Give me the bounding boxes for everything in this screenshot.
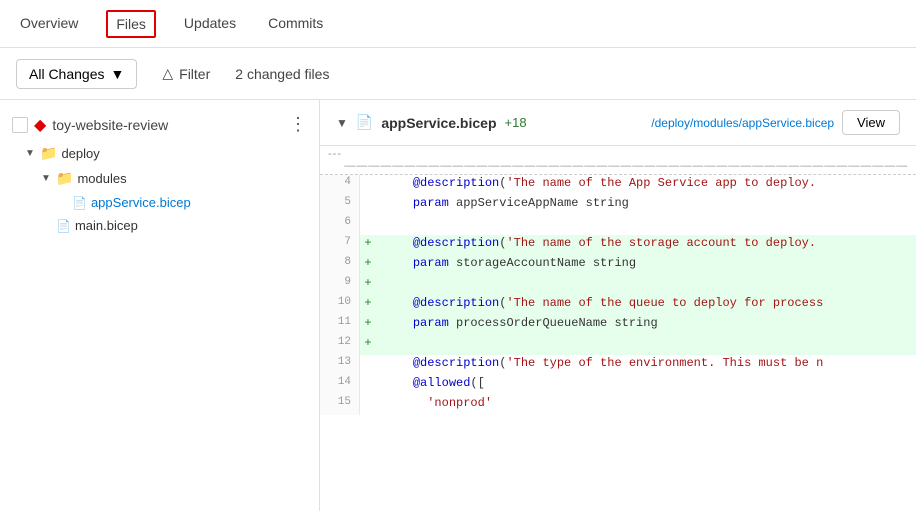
filter-icon: △ — [162, 65, 173, 82]
all-changes-dropdown[interactable]: All Changes ▼ — [16, 59, 137, 89]
separator-dots: --- — [328, 148, 342, 160]
file-header: ▼ 📄 appService.bicep +18 /deploy/modules… — [320, 100, 916, 146]
diff-line-added: 10 + @description('The name of the queue… — [320, 295, 916, 315]
file-path: /deploy/modules/appService.bicep — [651, 116, 834, 130]
code-diff-area: 4 @description('The name of the App Serv… — [320, 175, 916, 415]
all-changes-label: All Changes — [29, 66, 105, 82]
chevron-down-icon: ▼ — [111, 66, 125, 82]
file-icon: 📄 — [56, 219, 71, 233]
filter-label: Filter — [179, 66, 210, 82]
file-header-left: ▼ 📄 appService.bicep +18 — [336, 114, 643, 131]
top-nav: Overview Files Updates Commits — [0, 0, 916, 48]
toolbar: All Changes ▼ △ Filter 2 changed files — [0, 48, 916, 100]
folder-modules-label: modules — [77, 171, 126, 186]
tab-commits[interactable]: Commits — [264, 3, 327, 45]
main-layout: ◆ toy-website-review ⋮ ▼ 📁 deploy ▼ 📁 mo… — [0, 100, 916, 511]
view-button[interactable]: View — [842, 110, 900, 135]
diff-line: 6 — [320, 215, 916, 235]
diff-line: 5 param appServiceAppName string — [320, 195, 916, 215]
diff-line-added: 9 + — [320, 275, 916, 295]
tree-root[interactable]: ◆ toy-website-review ⋮ — [0, 108, 319, 141]
tree-folder-modules[interactable]: ▼ 📁 modules — [0, 166, 319, 191]
diff-line-added: 7 + @description('The name of the storag… — [320, 235, 916, 255]
diff-line: 4 @description('The name of the App Serv… — [320, 175, 916, 195]
collapse-icon[interactable]: ▼ — [336, 116, 348, 130]
filter-button[interactable]: △ Filter — [149, 58, 223, 89]
diff-line: 14 @allowed([ — [320, 375, 916, 395]
diff-line-added: 12 + — [320, 335, 916, 355]
diff-line-added: 8 + param storageAccountName string — [320, 255, 916, 275]
file-doc-icon: 📄 — [356, 114, 373, 131]
file-tree: ◆ toy-website-review ⋮ ▼ 📁 deploy ▼ 📁 mo… — [0, 100, 320, 511]
tree-folder-deploy[interactable]: ▼ 📁 deploy — [0, 141, 319, 166]
diff-line: 15 'nonprod' — [320, 395, 916, 415]
root-checkbox[interactable] — [12, 117, 28, 133]
file-appservice-label: appService.bicep — [91, 195, 191, 210]
diff-line: 13 @description('The type of the environ… — [320, 355, 916, 375]
code-panel: ▼ 📄 appService.bicep +18 /deploy/modules… — [320, 100, 916, 511]
diff-separator: --- ————————————————————————————————————… — [320, 146, 916, 175]
tab-overview[interactable]: Overview — [16, 3, 82, 45]
tab-updates[interactable]: Updates — [180, 3, 240, 45]
chevron-down-icon: ▼ — [24, 148, 36, 159]
diamond-icon: ◆ — [34, 115, 46, 135]
more-options-icon[interactable]: ⋮ — [289, 114, 307, 135]
folder-icon: 📁 — [40, 145, 57, 162]
file-main-label: main.bicep — [75, 218, 138, 233]
file-added-count: +18 — [505, 115, 527, 130]
repo-label: toy-website-review — [52, 117, 283, 133]
tree-file-main[interactable]: 📄 main.bicep — [0, 214, 319, 237]
chevron-down-icon: ▼ — [40, 173, 52, 184]
tree-file-appservice[interactable]: 📄 appService.bicep — [0, 191, 319, 214]
diff-line-added: 11 + param processOrderQueueName string — [320, 315, 916, 335]
file-name: appService.bicep — [381, 115, 496, 131]
folder-deploy-label: deploy — [61, 146, 99, 161]
file-icon: 📄 — [72, 196, 87, 210]
changed-files-count: 2 changed files — [235, 66, 329, 82]
tab-files[interactable]: Files — [106, 10, 156, 38]
folder-icon: 📁 — [56, 170, 73, 187]
